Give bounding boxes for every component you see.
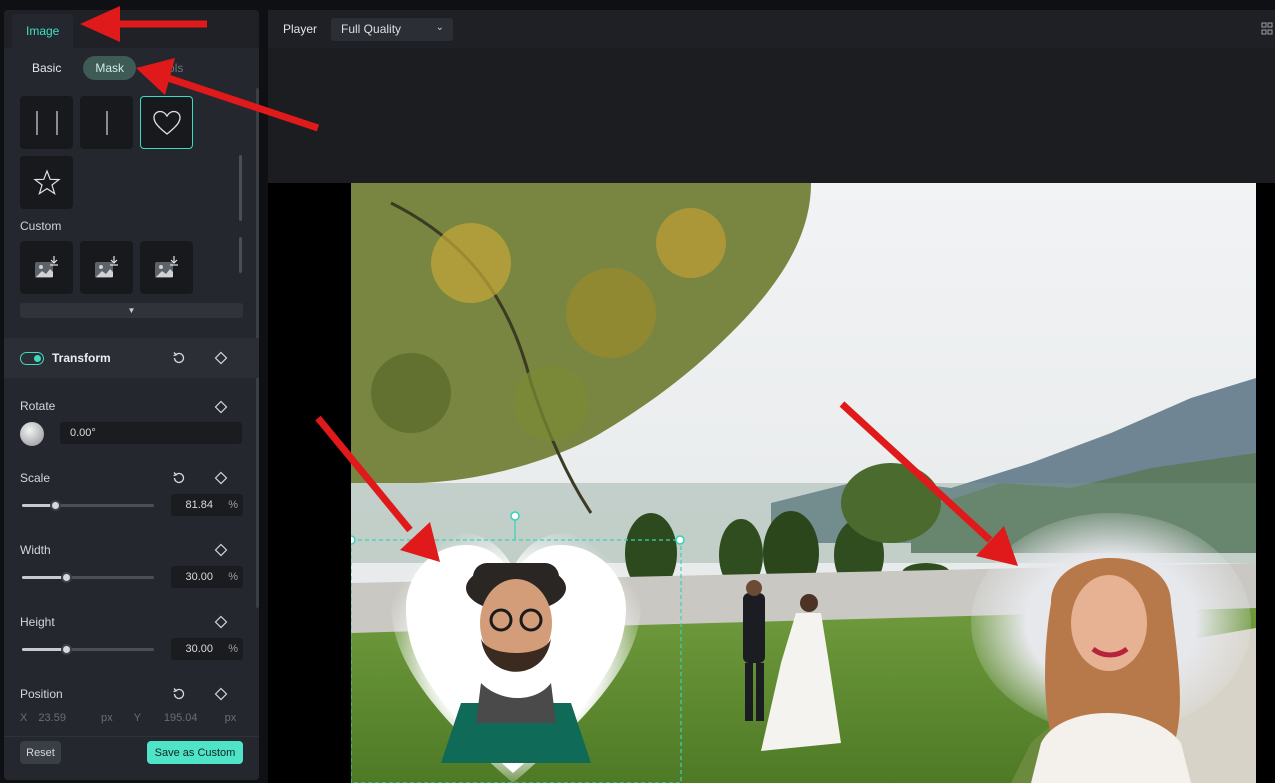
player-label: Player [283, 22, 318, 36]
keyframe-icon[interactable] [213, 686, 229, 702]
position-y-label: Y [133, 712, 141, 724]
chevron-down-icon: ▼ [127, 306, 136, 315]
shapes-scrollbar[interactable] [239, 155, 242, 221]
custom-mask-slot[interactable] [140, 241, 193, 294]
tab-tools[interactable]: ols [156, 56, 195, 80]
grid-icon[interactable] [1261, 22, 1273, 41]
position-x-unit: px [101, 712, 113, 724]
height-slider-knob[interactable] [60, 644, 72, 655]
expand-masks-button[interactable]: ▼ [20, 303, 243, 318]
width-unit: % [228, 571, 238, 583]
player-toolbar: Player Full Quality ⌄ [268, 10, 1275, 48]
star-icon [32, 168, 61, 195]
transform-label: Transform [52, 351, 111, 365]
position-x-label: X [20, 712, 28, 724]
height-unit: % [228, 643, 238, 655]
mask-shape-single-line[interactable] [80, 96, 133, 149]
height-slider[interactable] [22, 644, 154, 655]
width-slider-fill [22, 576, 66, 579]
image-import-icon [94, 255, 118, 278]
mask-shape-double-line[interactable] [20, 96, 73, 149]
image-import-icon [34, 255, 58, 278]
tab-basic[interactable]: Basic [20, 56, 73, 80]
width-input[interactable]: 30.00 % [171, 566, 243, 588]
width-slider-knob[interactable] [60, 572, 72, 583]
height-label: Height [20, 615, 55, 629]
transform-section-header: Transform [4, 338, 259, 378]
mask-shape-grid [4, 88, 224, 209]
custom-mask-slot[interactable] [20, 241, 73, 294]
height-input[interactable]: 30.00 % [171, 638, 243, 660]
keyframe-icon[interactable] [213, 470, 229, 486]
single-line-icon [105, 110, 108, 135]
rotate-input[interactable]: 0.00° [60, 422, 242, 444]
custom-scrollbar[interactable] [239, 237, 242, 273]
heart-icon [152, 110, 181, 135]
chevron-down-icon: ⌄ [435, 21, 445, 33]
position-label: Position [20, 687, 63, 701]
quality-select[interactable]: Full Quality ⌄ [331, 17, 454, 41]
wedding-scene-illustration [351, 183, 1256, 783]
mask-shape-heart[interactable] [140, 96, 193, 149]
rotate-label: Rotate [20, 399, 56, 413]
editor-window: Image Basic Mask ols Custom ▼ Transform … [0, 0, 1275, 783]
width-value: 30.00 [185, 571, 213, 583]
scale-unit: % [228, 499, 238, 511]
mask-shape-star[interactable] [20, 156, 73, 209]
tab-image[interactable]: Image [12, 14, 74, 48]
rotate-dial[interactable] [20, 422, 44, 446]
height-value: 30.00 [185, 643, 213, 655]
custom-mask-slot[interactable] [80, 241, 133, 294]
width-slider[interactable] [22, 572, 154, 583]
keyframe-icon[interactable] [213, 350, 229, 366]
height-slider-fill [22, 648, 66, 651]
tab-mask[interactable]: Mask [83, 56, 137, 80]
scale-label: Scale [20, 471, 51, 485]
preview-image [351, 183, 1256, 783]
sub-tab-bar: Basic Mask ols [4, 48, 259, 88]
top-tab-bar: Image [4, 10, 259, 48]
custom-section-label: Custom [20, 219, 62, 233]
keyframe-icon[interactable] [213, 399, 229, 415]
image-import-icon [154, 255, 178, 278]
scale-slider[interactable] [22, 500, 154, 511]
properties-panel: Image Basic Mask ols Custom ▼ Transform … [4, 10, 259, 780]
scale-value: 81.84 [185, 499, 213, 511]
position-x-input[interactable]: 23.59 [38, 712, 66, 724]
transform-toggle[interactable] [20, 351, 44, 365]
double-line-icon [35, 110, 58, 135]
reset-icon[interactable] [171, 470, 187, 486]
keyframe-icon[interactable] [213, 614, 229, 630]
tab-other[interactable] [73, 14, 101, 48]
scale-slider-knob[interactable] [50, 500, 61, 511]
save-as-custom-button[interactable]: Save as Custom [147, 741, 243, 764]
width-label: Width [20, 543, 51, 557]
custom-mask-row [4, 241, 259, 294]
player-canvas-top [268, 48, 1275, 183]
reset-button[interactable]: Reset [20, 741, 61, 764]
reset-icon[interactable] [171, 686, 187, 702]
position-y-input[interactable]: 195.04 [164, 712, 198, 724]
scale-input[interactable]: 81.84 % [171, 494, 243, 516]
quality-value: Full Quality [341, 22, 402, 36]
keyframe-icon[interactable] [213, 542, 229, 558]
position-y-unit: px [224, 712, 237, 724]
reset-icon[interactable] [171, 350, 187, 366]
position-inputs: X 23.59 px Y 195.04 px [20, 712, 236, 724]
